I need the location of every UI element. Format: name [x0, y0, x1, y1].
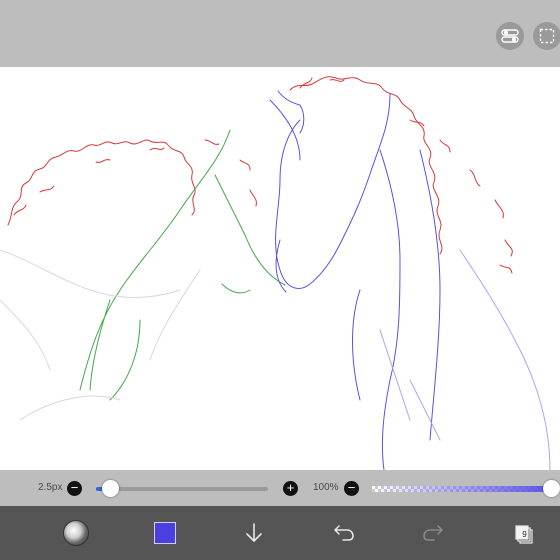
undo-icon[interactable]	[324, 513, 364, 553]
right-mane-strokes	[289, 76, 443, 255]
brush-button[interactable]	[56, 513, 96, 553]
current-color-swatch	[154, 522, 176, 544]
right-horse-strokes	[269, 90, 441, 470]
brush-settings-bar: 2.5px − + 100% −	[0, 470, 560, 506]
brush-preview-icon	[63, 520, 89, 546]
brush-size-slider[interactable]	[96, 487, 268, 491]
layer-count: 9	[522, 530, 527, 539]
horse-sketch	[0, 76, 551, 470]
opacity-thumb[interactable]	[543, 480, 560, 497]
left-horse-strokes	[79, 129, 286, 401]
color-button[interactable]	[145, 513, 185, 553]
brush-size-label: 2.5px	[38, 482, 63, 493]
brush-size-decrease-button[interactable]: −	[67, 481, 82, 496]
bottom-toolbar: 9	[0, 506, 560, 560]
brush-size-increase-button[interactable]: +	[283, 481, 298, 496]
layers-button[interactable]: 9	[502, 513, 542, 553]
top-bar	[0, 0, 560, 67]
brush-size-thumb[interactable]	[101, 480, 119, 497]
toggle-icon[interactable]	[496, 22, 524, 50]
opacity-decrease-button[interactable]: −	[344, 481, 359, 496]
left-mane-strokes	[7, 139, 196, 226]
redo-icon[interactable]	[413, 513, 453, 553]
opacity-label: 100%	[313, 482, 339, 493]
arrow-down-icon[interactable]	[234, 513, 274, 553]
dashed-selection-icon[interactable]	[533, 22, 560, 50]
opacity-slider[interactable]	[372, 486, 552, 492]
drawing-canvas[interactable]	[0, 67, 560, 470]
